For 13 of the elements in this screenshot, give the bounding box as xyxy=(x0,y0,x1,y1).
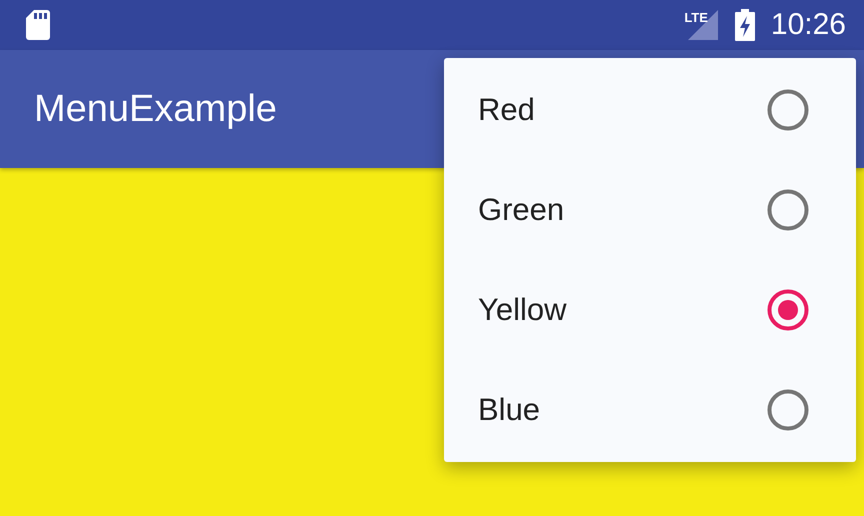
battery-icon xyxy=(734,9,755,41)
radio-button[interactable] xyxy=(766,188,810,232)
menu-item[interactable]: Yellow xyxy=(444,260,856,360)
radio-button[interactable] xyxy=(766,388,810,432)
sd-card-icon xyxy=(26,10,50,40)
network-type-label: LTE xyxy=(684,10,708,25)
radio-button[interactable] xyxy=(766,288,810,332)
app-title: MenuExample xyxy=(34,88,277,130)
menu-item[interactable]: Blue xyxy=(444,360,856,460)
menu-item[interactable]: Red xyxy=(444,60,856,160)
clock-time: 10:26 xyxy=(770,8,846,42)
menu-item[interactable]: Green xyxy=(444,160,856,260)
radio-button[interactable] xyxy=(766,88,810,132)
